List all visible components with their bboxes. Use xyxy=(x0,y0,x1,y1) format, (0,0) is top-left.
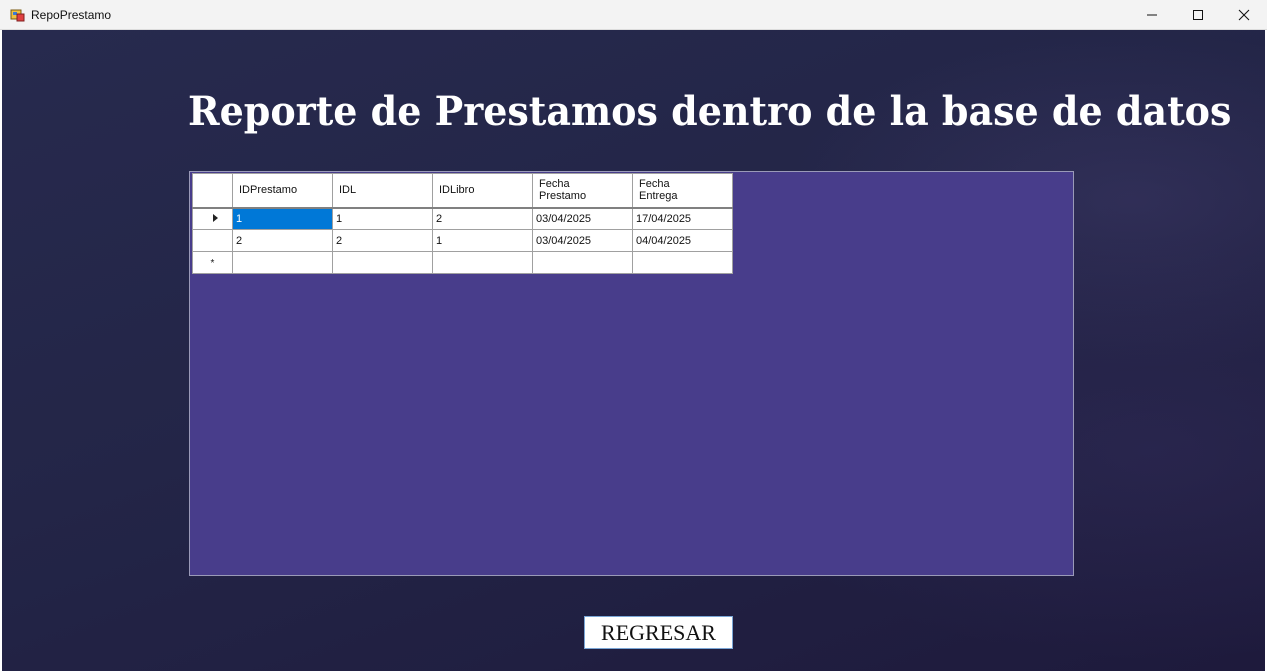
minimize-icon xyxy=(1147,14,1157,16)
current-row-arrow-icon xyxy=(213,213,218,222)
new-row-header[interactable]: * xyxy=(192,251,233,274)
table-cell[interactable]: 03/04/2025 xyxy=(532,229,633,252)
close-icon xyxy=(1238,9,1250,21)
form-client-area: Reporte de Prestamos dentro de la base d… xyxy=(2,30,1265,671)
table-cell[interactable]: 1 xyxy=(332,207,433,230)
table-cell[interactable]: 2 xyxy=(432,207,533,230)
app-icon xyxy=(10,7,26,23)
table-cell[interactable] xyxy=(632,251,733,274)
row-header-corner xyxy=(192,173,233,208)
title-bar: RepoPrestamo xyxy=(0,0,1267,30)
maximize-button[interactable] xyxy=(1175,0,1221,30)
minimize-button[interactable] xyxy=(1129,0,1175,30)
table-row[interactable]: 2 2 1 03/04/2025 04/04/2025 xyxy=(192,229,733,252)
table-row[interactable]: 1 1 2 03/04/2025 17/04/2025 xyxy=(192,207,733,230)
loans-table: IDPrestamo IDL IDLibro Fecha Prestamo Fec… xyxy=(192,173,733,274)
table-cell[interactable] xyxy=(332,251,433,274)
table-cell[interactable]: 03/04/2025 xyxy=(532,207,633,230)
table-cell[interactable]: 2 xyxy=(232,229,333,252)
table-cell[interactable]: 04/04/2025 xyxy=(632,229,733,252)
window-title: RepoPrestamo xyxy=(31,8,112,22)
maximize-icon xyxy=(1193,10,1203,20)
column-header-fecha-entrega[interactable]: Fecha Entrega xyxy=(632,173,733,208)
back-button[interactable]: REGRESAR xyxy=(584,616,733,649)
column-header-idprestamo[interactable]: IDPrestamo xyxy=(232,173,333,208)
new-row[interactable]: * xyxy=(192,251,733,274)
close-button[interactable] xyxy=(1221,0,1267,30)
row-header-current[interactable] xyxy=(192,207,233,230)
column-header-idl[interactable]: IDL xyxy=(332,173,433,208)
table-cell[interactable]: 2 xyxy=(332,229,433,252)
loans-data-grid[interactable]: IDPrestamo IDL IDLibro Fecha Prestamo Fec… xyxy=(189,171,1074,576)
table-cell[interactable]: 17/04/2025 xyxy=(632,207,733,230)
column-header-fecha-prestamo[interactable]: Fecha Prestamo xyxy=(532,173,633,208)
new-row-asterisk-icon: * xyxy=(210,257,215,269)
table-cell[interactable]: 1 xyxy=(432,229,533,252)
page-title: Reporte de Prestamos dentro de la base d… xyxy=(188,88,1232,135)
table-cell[interactable]: 1 xyxy=(232,207,333,230)
table-cell[interactable] xyxy=(432,251,533,274)
table-cell[interactable] xyxy=(232,251,333,274)
column-header-idlibro[interactable]: IDLibro xyxy=(432,173,533,208)
table-cell[interactable] xyxy=(532,251,633,274)
row-header[interactable] xyxy=(192,229,233,252)
